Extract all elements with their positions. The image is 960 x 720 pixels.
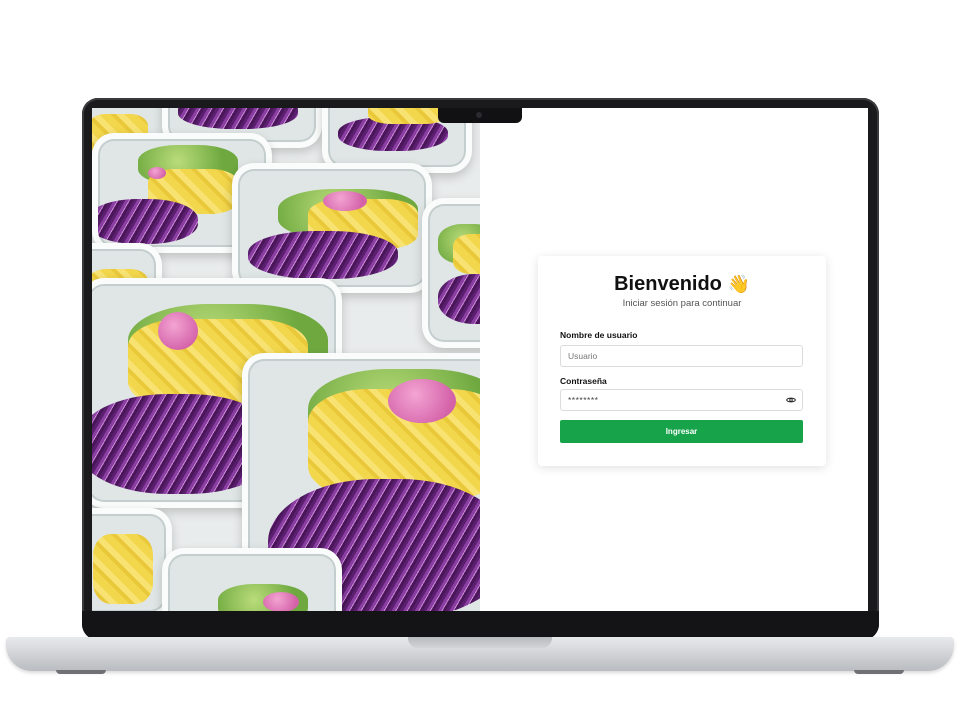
login-card: Bienvenido 👋 Iniciar sesión para continu… xyxy=(538,256,826,466)
eye-icon[interactable] xyxy=(786,396,796,404)
username-label: Nombre de usuario xyxy=(560,330,638,340)
salad-tray xyxy=(162,548,342,611)
password-input[interactable]: ******** xyxy=(560,389,803,411)
laptop-base-notch xyxy=(408,637,552,648)
salad-tray xyxy=(422,198,480,348)
title-text: Bienvenido xyxy=(614,273,722,295)
login-submit-button[interactable]: Ingresar xyxy=(560,420,803,443)
laptop-foot-right xyxy=(854,670,904,674)
password-label: Contraseña xyxy=(560,376,607,386)
camera-icon xyxy=(476,112,482,118)
login-area: Bienvenido 👋 Iniciar sesión para continu… xyxy=(480,108,868,611)
waving-hand-icon: 👋 xyxy=(727,274,750,294)
password-value: ******** xyxy=(568,395,599,405)
hero-photo-salads xyxy=(92,108,480,611)
salad-tray xyxy=(232,163,432,293)
page-title: Bienvenido 👋 xyxy=(538,273,826,296)
subtitle: Iniciar sesión para continuar xyxy=(622,298,742,309)
username-placeholder: Usuario xyxy=(568,351,598,361)
laptop-screen: Bienvenido 👋 Iniciar sesión para continu… xyxy=(92,108,868,611)
salad-tray xyxy=(92,508,172,611)
laptop-foot-left xyxy=(56,670,106,674)
camera-notch xyxy=(438,108,522,123)
username-input[interactable]: Usuario xyxy=(560,345,803,367)
laptop-bezel xyxy=(82,611,879,640)
